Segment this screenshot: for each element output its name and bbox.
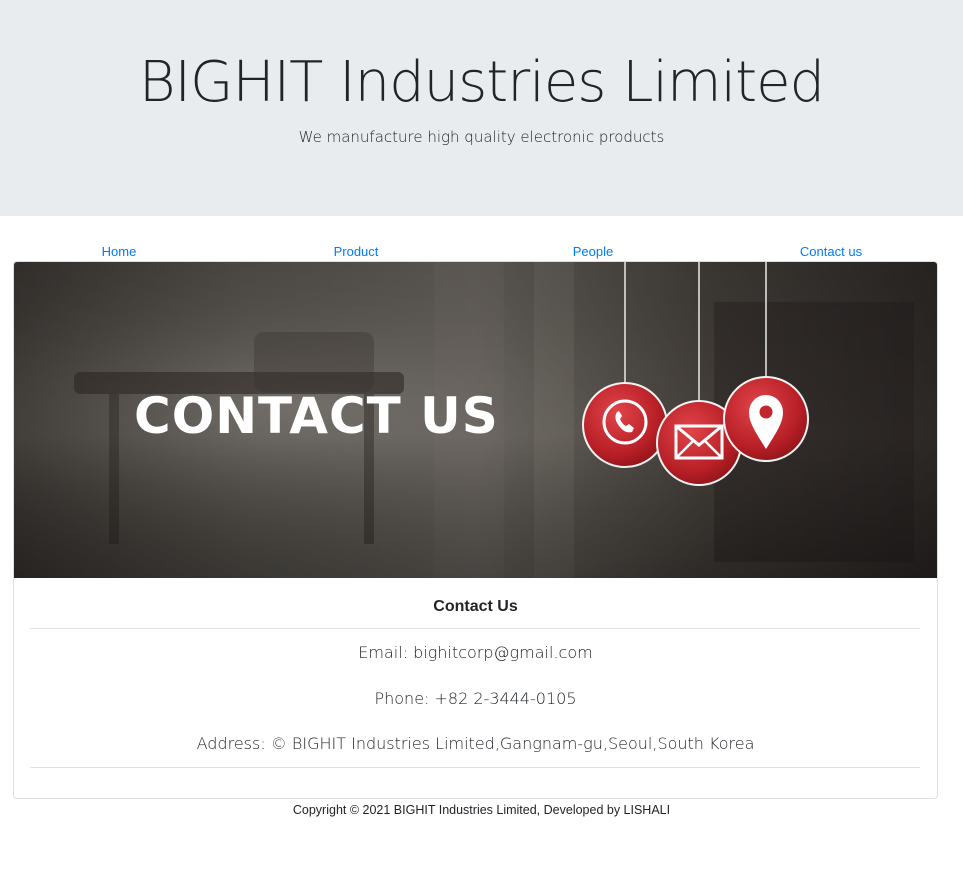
contact-banner-image: CONTACT US: [14, 262, 937, 578]
jumbotron-header: BIGHIT Industries Limited We manufacture…: [0, 0, 963, 216]
footer-copyright: Copyright © 2021 BIGHIT Industries Limit…: [292, 803, 671, 817]
nav-people-link[interactable]: People: [573, 243, 613, 261]
banner-heading: CONTACT US: [134, 387, 499, 445]
contact-card: CONTACT US Contact Us Email: bighitcorp@…: [13, 261, 938, 799]
nav-contact-link[interactable]: Contact us: [800, 243, 862, 261]
contact-address: Address: © BIGHIT Industries Limited,Gan…: [196, 734, 755, 753]
main-nav: Home Product People Contact us: [0, 243, 963, 261]
nav-product-link[interactable]: Product: [334, 243, 379, 261]
contact-phone: Phone: +82 2-3444-0105: [374, 689, 577, 708]
site-title: BIGHIT Industries Limited: [138, 50, 825, 115]
contact-heading: Contact Us: [433, 598, 518, 615]
divider: [30, 767, 920, 768]
contact-email: Email: bighitcorp@gmail.com: [358, 643, 593, 662]
phone-icon: [582, 382, 668, 468]
site-tagline: We manufacture high quality electronic p…: [298, 128, 665, 146]
nav-home-link[interactable]: Home: [102, 243, 137, 261]
divider: [30, 628, 920, 629]
location-pin-icon: [723, 376, 809, 462]
